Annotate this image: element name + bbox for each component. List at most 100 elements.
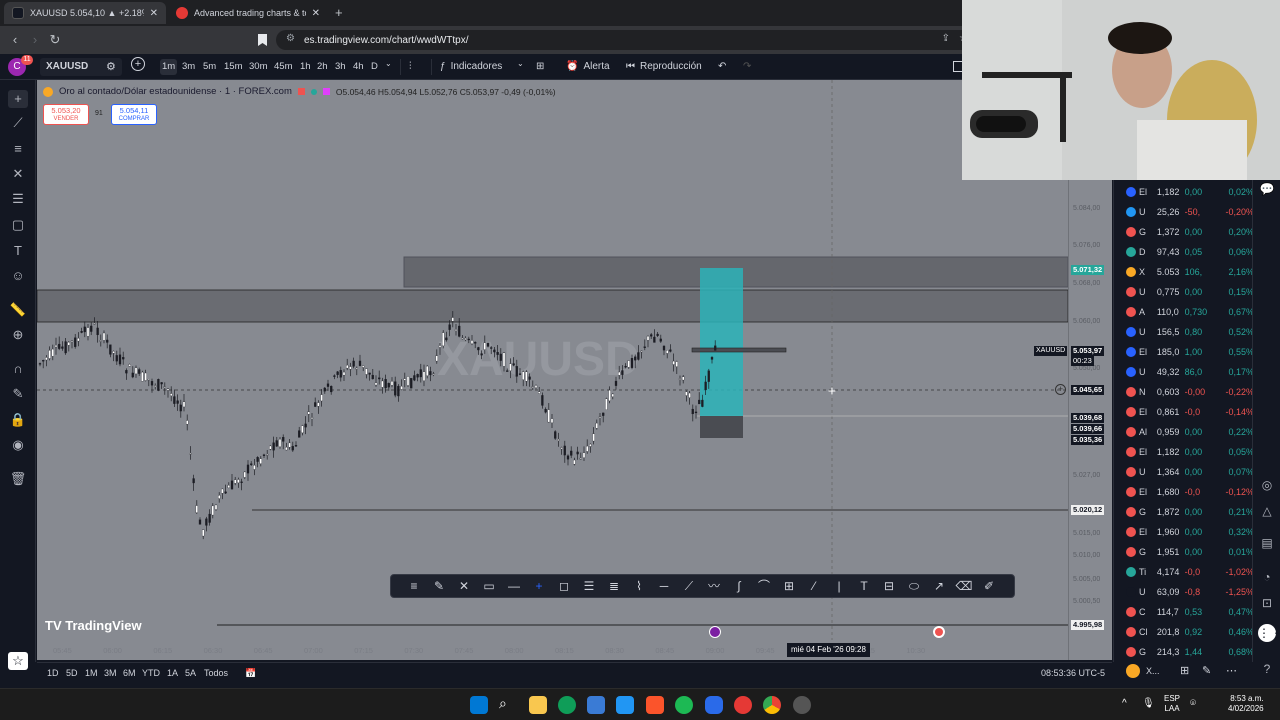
- watchlist-row[interactable]: U 1,364 0,00 0,07%: [1114, 462, 1254, 482]
- watchlist-row[interactable]: N 0,603 -0,00 -0,22%: [1114, 382, 1254, 402]
- layout-icon[interactable]: ⊞: [1180, 664, 1189, 677]
- store-icon[interactable]: [587, 696, 605, 714]
- ideas-icon[interactable]: △: [1258, 502, 1276, 520]
- close-tab-icon[interactable]: ✕: [312, 8, 320, 19]
- network-icon[interactable]: ⌾: [1190, 698, 1196, 709]
- time-axis[interactable]: 05:45 06:00 06:15 06:30 06:45 07:00 07:15 07:30…: [37, 642, 1068, 660]
- watchlist-row[interactable]: U 156,5 0,80 0,52%: [1114, 322, 1254, 342]
- chart-pane[interactable]: XAUUSD + Oro al contado/Dólar estadounid…: [37, 80, 1068, 660]
- timeframe-3m[interactable]: 3m: [180, 59, 197, 75]
- edit-icon[interactable]: ✎: [1202, 664, 1211, 677]
- long-position-profit-box[interactable]: [700, 268, 743, 416]
- zoom-in-icon[interactable]: ⊕: [8, 326, 28, 344]
- timeframe-30m[interactable]: 30m: [247, 59, 269, 75]
- add-alert-icon[interactable]: +: [1055, 384, 1066, 395]
- eye-icon[interactable]: ◉: [8, 436, 28, 454]
- range-3m[interactable]: 3M: [104, 668, 117, 678]
- ray-icon[interactable]: ⟋: [680, 577, 698, 595]
- language-indicator[interactable]: ESP LAA: [1164, 694, 1180, 714]
- text-tool-icon[interactable]: T: [8, 242, 28, 260]
- telegram-icon[interactable]: [705, 696, 723, 714]
- pattern-icon[interactable]: ✕: [455, 577, 473, 595]
- timeframe-dropdown-icon[interactable]: ⌄: [385, 59, 392, 68]
- buy-button[interactable]: 5.054,11 COMPRAR: [111, 104, 157, 125]
- watchlist-row[interactable]: U 63,09 -0,8 -1,25%: [1114, 582, 1254, 602]
- watchlist-row[interactable]: G 1,872 0,00 0,21%: [1114, 502, 1254, 522]
- chart-type-button[interactable]: ⫶: [409, 59, 412, 75]
- apps-grid-icon[interactable]: ⋮⋮: [1258, 624, 1280, 642]
- layouts-button[interactable]: ⊞: [536, 59, 544, 75]
- legend-title[interactable]: Oro al contado/Dólar estadounidense · 1 …: [59, 86, 292, 97]
- path-icon[interactable]: ⌇: [630, 577, 648, 595]
- tray-chevron-icon[interactable]: ^: [1122, 698, 1127, 709]
- watchlist-row[interactable]: D 97,43 0,05 0,06%: [1114, 242, 1254, 262]
- app-red-icon[interactable]: [734, 696, 752, 714]
- site-info-icon[interactable]: ⚙: [286, 33, 295, 44]
- eraser-icon[interactable]: ⌫: [955, 577, 973, 595]
- watchlist-footer-symbol[interactable]: X...: [1146, 666, 1160, 676]
- rectangle-icon[interactable]: ▭: [480, 577, 498, 595]
- gann-box-icon[interactable]: ⊞: [780, 577, 798, 595]
- timeframe-2h[interactable]: 2h: [315, 59, 330, 75]
- windows-start-icon[interactable]: [470, 696, 488, 714]
- long-position-stop-box[interactable]: [700, 416, 743, 438]
- lock-icon[interactable]: 🔒: [8, 411, 28, 429]
- cross-line-icon[interactable]: +: [530, 577, 548, 595]
- replay-button[interactable]: ⏮ Reproducción: [626, 59, 702, 75]
- timeframe-1h[interactable]: 1h: [298, 59, 313, 75]
- watchlist-row[interactable]: U 49,32 86,0 0,17%: [1114, 362, 1254, 382]
- browser-tab-active[interactable]: XAUUSD 5.054,10 ▲ +2.18% de ✕: [4, 2, 166, 24]
- brave-icon[interactable]: [646, 696, 664, 714]
- event-marker-icon[interactable]: [709, 626, 721, 638]
- timeframe-3h[interactable]: 3h: [333, 59, 348, 75]
- arrow-icon[interactable]: ↗: [930, 577, 948, 595]
- menu-icon[interactable]: ≡: [405, 577, 423, 595]
- undo-button[interactable]: ↶: [718, 59, 726, 75]
- range-6m[interactable]: 6M: [123, 668, 136, 678]
- watchlist-row[interactable]: El 0,861 -0,0 -0,14%: [1114, 402, 1254, 422]
- watchlist-row[interactable]: U 25,26 -50, -0,20%: [1114, 202, 1254, 222]
- mic-icon[interactable]: 🎙: [1142, 698, 1155, 709]
- watchlist-row[interactable]: El 1,182 0,00 0,05%: [1114, 442, 1254, 462]
- gann-fib-icon[interactable]: ☰: [8, 190, 28, 208]
- range-ytd[interactable]: YTD: [142, 668, 160, 678]
- watchlist-row[interactable]: Cl 201,8 0,92 0,46%: [1114, 622, 1254, 642]
- watchlist-row[interactable]: El 1,960 0,00 0,32%: [1114, 522, 1254, 542]
- chat-icon[interactable]: 💬: [1258, 180, 1276, 198]
- back-icon[interactable]: ‹: [6, 31, 24, 49]
- watchlist-row[interactable]: A 110,0 0,730 0,67%: [1114, 302, 1254, 322]
- system-clock[interactable]: 8:53 a.m. 4/02/2026: [1228, 694, 1264, 714]
- close-tab-icon[interactable]: ✕: [150, 8, 158, 19]
- watchlist-row[interactable]: El 1,182 0,00 0,02%: [1114, 182, 1254, 202]
- callout-icon[interactable]: ◻: [555, 577, 573, 595]
- date-range-icon[interactable]: 📅: [245, 668, 256, 679]
- arc-icon[interactable]: ⌒: [755, 577, 773, 595]
- watchlist-row[interactable]: U 0,775 0,00 0,15%: [1114, 282, 1254, 302]
- polyline-icon[interactable]: 〰: [705, 577, 723, 595]
- help-question-icon[interactable]: ?: [1258, 660, 1276, 678]
- search-icon[interactable]: ⌕: [499, 695, 507, 712]
- reload-icon[interactable]: ↻: [46, 31, 64, 49]
- chevron-down-icon[interactable]: ⌄: [517, 59, 524, 68]
- tradingview-logo[interactable]: TV TradingView: [45, 618, 142, 633]
- sell-button[interactable]: 5.053,20 VENDER: [43, 104, 89, 125]
- stay-drawing-icon[interactable]: ✎: [8, 385, 28, 403]
- compare-symbol-icon[interactable]: ⚙: [106, 60, 116, 73]
- curve-icon[interactable]: ∫: [730, 577, 748, 595]
- watchlist-row[interactable]: C 114,7 0,53 0,47%: [1114, 602, 1254, 622]
- help-icon[interactable]: ⊡: [1258, 594, 1276, 612]
- watchlist-row[interactable]: Ti 4,174 -0,0 -1,02%: [1114, 562, 1254, 582]
- pencil-icon[interactable]: ✎: [430, 577, 448, 595]
- highlighter-icon[interactable]: ✐: [980, 577, 998, 595]
- hline-icon[interactable]: ─: [655, 577, 673, 595]
- watchlist-row[interactable]: G 214,3 1,44 0,68%: [1114, 642, 1254, 662]
- emoji-icon[interactable]: ☺: [8, 267, 28, 285]
- add-symbol-icon[interactable]: +: [131, 57, 145, 71]
- range-1d[interactable]: 1D: [47, 668, 59, 678]
- url-field[interactable]: ⚙ es.tradingview.com/chart/wwdWTtpx/ ⇪ ☆: [276, 30, 976, 50]
- clock-utc[interactable]: 08:53:36 UTC-5: [1041, 668, 1105, 678]
- text-icon[interactable]: T: [855, 577, 873, 595]
- timeframe-d[interactable]: D: [369, 59, 380, 75]
- timeframe-15m[interactable]: 15m: [222, 59, 244, 75]
- ellipse-icon[interactable]: ⬭: [905, 577, 923, 595]
